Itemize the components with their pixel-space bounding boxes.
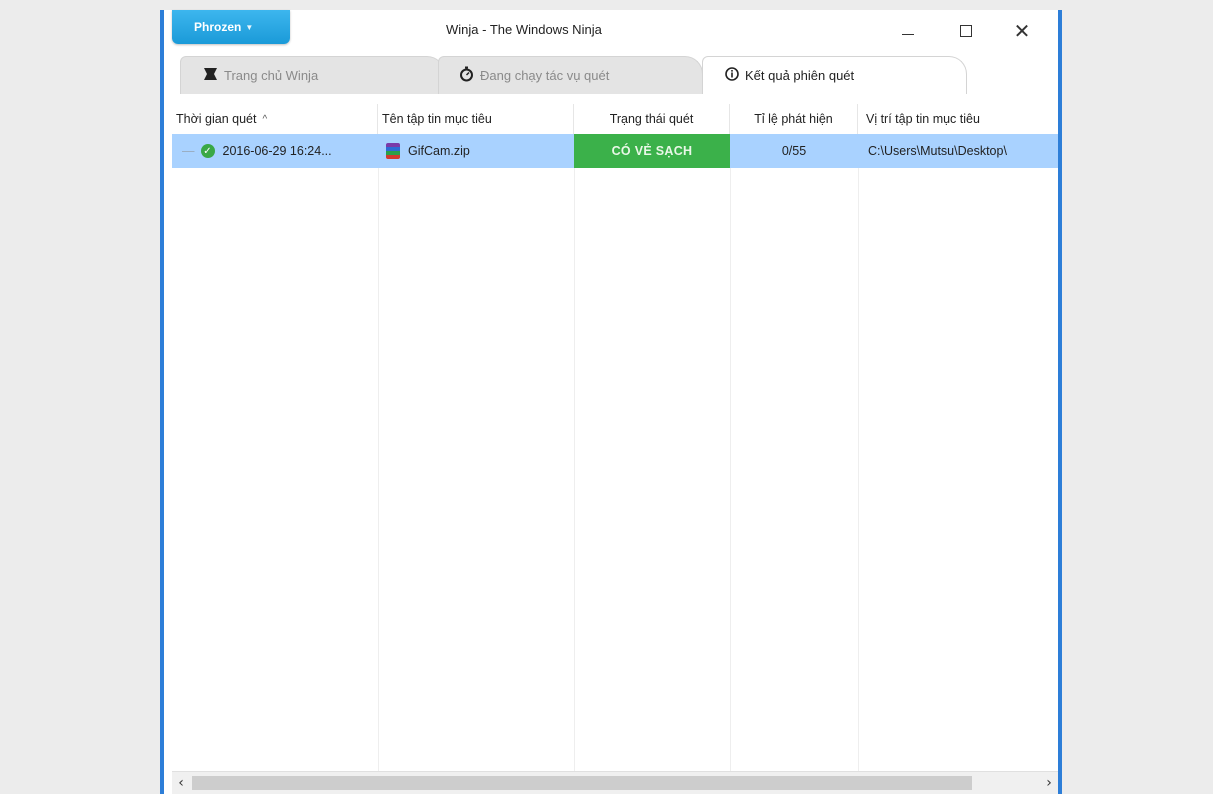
tab-scan-results-label: Kết quả phiên quét bbox=[745, 68, 855, 83]
sort-up-icon: ^ bbox=[262, 113, 268, 125]
column-header-label: Trạng thái quét bbox=[609, 112, 694, 126]
tab-bar: Trang chủ Winja Đang chạy tác vụ quét Kế… bbox=[172, 50, 1062, 94]
close-icon: ✕ bbox=[1013, 19, 1031, 43]
chevron-down-icon: ▼ bbox=[245, 22, 254, 32]
scroll-left-button[interactable]: ‹ bbox=[172, 772, 190, 794]
tab-home-label: Trang chủ Winja bbox=[224, 68, 319, 83]
scan-status-value: CÓ VẺ SẠCH bbox=[611, 144, 693, 158]
gridline bbox=[574, 168, 575, 772]
column-gridlines bbox=[172, 168, 1058, 772]
ninja-star-icon bbox=[203, 67, 218, 84]
scrollbar-thumb[interactable] bbox=[192, 776, 972, 790]
column-header-detection-rate[interactable]: Tỉ lệ phát hiện bbox=[730, 104, 858, 134]
table-row[interactable]: — ✓ 2016-06-29 16:24... GifCam.zip CÓ VẺ… bbox=[172, 134, 1058, 168]
column-header-target-file[interactable]: Tên tập tin mục tiêu bbox=[378, 104, 574, 134]
gridline bbox=[378, 168, 379, 772]
tab-scan-results[interactable]: Kết quả phiên quét bbox=[702, 56, 967, 94]
stopwatch-icon bbox=[459, 66, 474, 85]
minimize-button[interactable] bbox=[888, 16, 928, 46]
tab-home[interactable]: Trang chủ Winja bbox=[180, 56, 445, 94]
column-header-file-location[interactable]: Vị trí tập tin mục tiêu bbox=[858, 104, 1058, 134]
column-header-scan-time[interactable]: Thời gian quét ^ bbox=[172, 104, 378, 134]
cell-detection-rate: 0/55 bbox=[730, 134, 858, 168]
horizontal-scrollbar[interactable]: ‹ › bbox=[172, 771, 1058, 794]
column-header-label: Thời gian quét bbox=[176, 112, 257, 126]
cell-scan-status: CÓ VẺ SẠCH bbox=[574, 134, 730, 168]
cell-target-file: GifCam.zip bbox=[378, 134, 574, 168]
tab-running-scan-label: Đang chạy tác vụ quét bbox=[480, 68, 610, 83]
table-header: Thời gian quét ^ Tên tập tin mục tiêu Tr… bbox=[172, 104, 1058, 135]
column-header-scan-status[interactable]: Trạng thái quét bbox=[574, 104, 730, 134]
info-icon bbox=[725, 67, 739, 84]
cell-file-location: C:\Users\Mutsu\Desktop\ bbox=[858, 134, 1058, 168]
column-header-label: Tỉ lệ phát hiện bbox=[754, 112, 833, 126]
chevron-left-icon: ‹ bbox=[178, 775, 184, 791]
maximize-button[interactable] bbox=[946, 16, 986, 46]
scan-time-value: 2016-06-29 16:24... bbox=[222, 144, 332, 158]
app-window: Phrozen ▼ Winja - The Windows Ninja ✕ Tr… bbox=[160, 10, 1062, 794]
archive-icon bbox=[386, 143, 400, 159]
column-header-label: Tên tập tin mục tiêu bbox=[382, 112, 492, 126]
check-circle-icon: ✓ bbox=[200, 144, 215, 158]
tab-running-scan[interactable]: Đang chạy tác vụ quét bbox=[438, 56, 703, 94]
chevron-right-icon: › bbox=[1046, 775, 1052, 791]
scroll-right-button[interactable]: › bbox=[1040, 772, 1058, 794]
target-file-value: GifCam.zip bbox=[408, 144, 470, 158]
window-title: Winja - The Windows Ninja bbox=[446, 22, 602, 37]
file-location-value: C:\Users\Mutsu\Desktop\ bbox=[868, 144, 1007, 158]
tree-connector: — bbox=[182, 144, 195, 158]
maximize-icon bbox=[960, 25, 972, 37]
cell-scan-time: — ✓ 2016-06-29 16:24... bbox=[172, 134, 378, 168]
phrozen-menu-button[interactable]: Phrozen ▼ bbox=[172, 10, 290, 44]
column-header-label: Vị trí tập tin mục tiêu bbox=[866, 112, 980, 126]
minimize-icon bbox=[902, 33, 914, 35]
detection-rate-value: 0/55 bbox=[781, 144, 807, 158]
scan-results-table: Thời gian quét ^ Tên tập tin mục tiêu Tr… bbox=[172, 104, 1058, 772]
gridline bbox=[730, 168, 731, 772]
gridline bbox=[858, 168, 859, 772]
brand-button-label: Phrozen bbox=[194, 20, 242, 34]
title-bar: Phrozen ▼ Winja - The Windows Ninja ✕ bbox=[164, 10, 1058, 50]
close-button[interactable]: ✕ bbox=[1002, 16, 1042, 46]
